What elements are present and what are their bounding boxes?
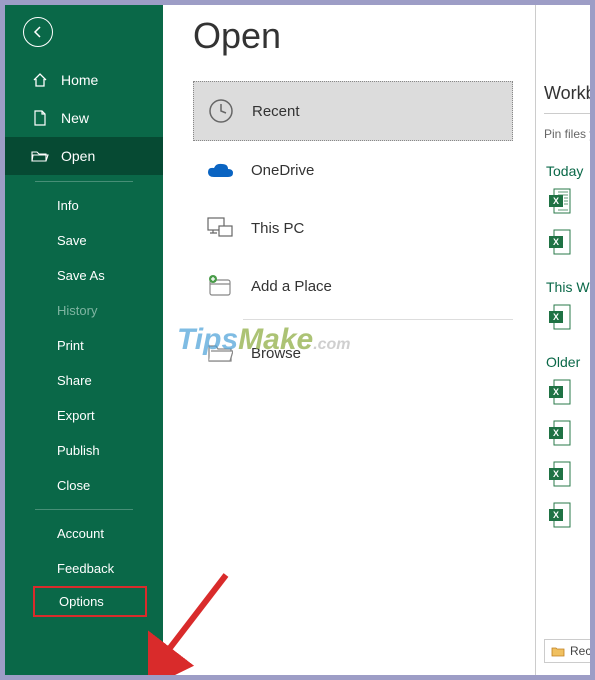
recent-file[interactable]: X bbox=[548, 501, 590, 534]
nav-export[interactable]: Export bbox=[5, 398, 163, 433]
location-label: Add a Place bbox=[251, 278, 332, 295]
group-today: Today bbox=[544, 163, 590, 179]
location-label: This PC bbox=[251, 220, 304, 237]
nav-home[interactable]: Home bbox=[5, 61, 163, 99]
recent-file[interactable]: X bbox=[548, 419, 590, 452]
recent-heading: Workbooks bbox=[544, 83, 590, 104]
recent-file[interactable]: X bbox=[548, 460, 590, 493]
main-panel: Open Recent OneDrive This PC Add a Place bbox=[163, 5, 535, 675]
svg-text:X: X bbox=[553, 237, 559, 247]
recover-button[interactable]: Recover bbox=[544, 639, 590, 663]
location-label: Recent bbox=[252, 103, 300, 120]
recent-file[interactable]: X bbox=[548, 378, 590, 411]
location-list: Recent OneDrive This PC Add a Place Brow… bbox=[193, 81, 513, 382]
group-older: Older bbox=[544, 354, 590, 370]
recent-file[interactable]: X bbox=[548, 187, 590, 220]
location-browse[interactable]: Browse bbox=[193, 324, 513, 382]
folder-icon bbox=[205, 338, 235, 368]
home-icon bbox=[31, 71, 49, 89]
excel-file-icon: X bbox=[548, 187, 572, 215]
recent-files-panel: Workbooks Pin files you want Today X X T… bbox=[535, 5, 590, 675]
nav-options[interactable]: Options bbox=[33, 586, 147, 617]
arrow-left-icon bbox=[31, 25, 45, 39]
recent-file[interactable]: X bbox=[548, 228, 590, 261]
backstage-sidebar: Home New Open Info Save Save As History … bbox=[5, 5, 163, 675]
nav-info[interactable]: Info bbox=[5, 188, 163, 223]
excel-file-icon: X bbox=[548, 228, 572, 256]
back-button[interactable] bbox=[23, 17, 53, 47]
location-recent[interactable]: Recent bbox=[193, 81, 513, 141]
folder-icon bbox=[551, 646, 565, 657]
nav-label: Home bbox=[61, 72, 98, 88]
group-this-week: This Week bbox=[544, 279, 590, 295]
divider bbox=[243, 319, 513, 320]
pin-hint: Pin files you want bbox=[544, 127, 590, 141]
svg-text:X: X bbox=[553, 196, 559, 206]
recent-file[interactable]: X bbox=[548, 303, 590, 336]
svg-text:X: X bbox=[553, 312, 559, 322]
nav-save-as[interactable]: Save As bbox=[5, 258, 163, 293]
recent-list: Today X X This Week X Older X X X X bbox=[544, 163, 590, 544]
svg-text:X: X bbox=[553, 387, 559, 397]
nav-print[interactable]: Print bbox=[5, 328, 163, 363]
location-onedrive[interactable]: OneDrive bbox=[193, 141, 513, 199]
nav-close[interactable]: Close bbox=[5, 468, 163, 503]
add-place-icon bbox=[205, 271, 235, 301]
page-title: Open bbox=[193, 15, 535, 57]
location-this-pc[interactable]: This PC bbox=[193, 199, 513, 257]
onedrive-icon bbox=[205, 155, 235, 185]
nav-history[interactable]: History bbox=[5, 293, 163, 328]
nav-feedback[interactable]: Feedback bbox=[5, 551, 163, 586]
excel-file-icon: X bbox=[548, 460, 572, 488]
nav-label: Open bbox=[61, 148, 95, 164]
svg-text:X: X bbox=[553, 510, 559, 520]
divider bbox=[35, 509, 133, 510]
recover-label: Recover bbox=[570, 644, 590, 658]
document-icon bbox=[31, 109, 49, 127]
app-frame: Home New Open Info Save Save As History … bbox=[5, 5, 590, 675]
excel-file-icon: X bbox=[548, 378, 572, 406]
excel-file-icon: X bbox=[548, 419, 572, 447]
location-add-place[interactable]: Add a Place bbox=[193, 257, 513, 315]
nav-open[interactable]: Open bbox=[5, 137, 163, 175]
nav-account[interactable]: Account bbox=[5, 516, 163, 551]
location-label: OneDrive bbox=[251, 162, 314, 179]
nav-publish[interactable]: Publish bbox=[5, 433, 163, 468]
nav-save[interactable]: Save bbox=[5, 223, 163, 258]
divider bbox=[544, 113, 590, 114]
svg-text:X: X bbox=[553, 428, 559, 438]
this-pc-icon bbox=[205, 213, 235, 243]
nav-share[interactable]: Share bbox=[5, 363, 163, 398]
excel-file-icon: X bbox=[548, 303, 572, 331]
location-label: Browse bbox=[251, 345, 301, 362]
divider bbox=[35, 181, 133, 182]
folder-open-icon bbox=[31, 147, 49, 165]
clock-icon bbox=[206, 96, 236, 126]
excel-file-icon: X bbox=[548, 501, 572, 529]
nav-new[interactable]: New bbox=[5, 99, 163, 137]
svg-text:X: X bbox=[553, 469, 559, 479]
nav-label: New bbox=[61, 110, 89, 126]
